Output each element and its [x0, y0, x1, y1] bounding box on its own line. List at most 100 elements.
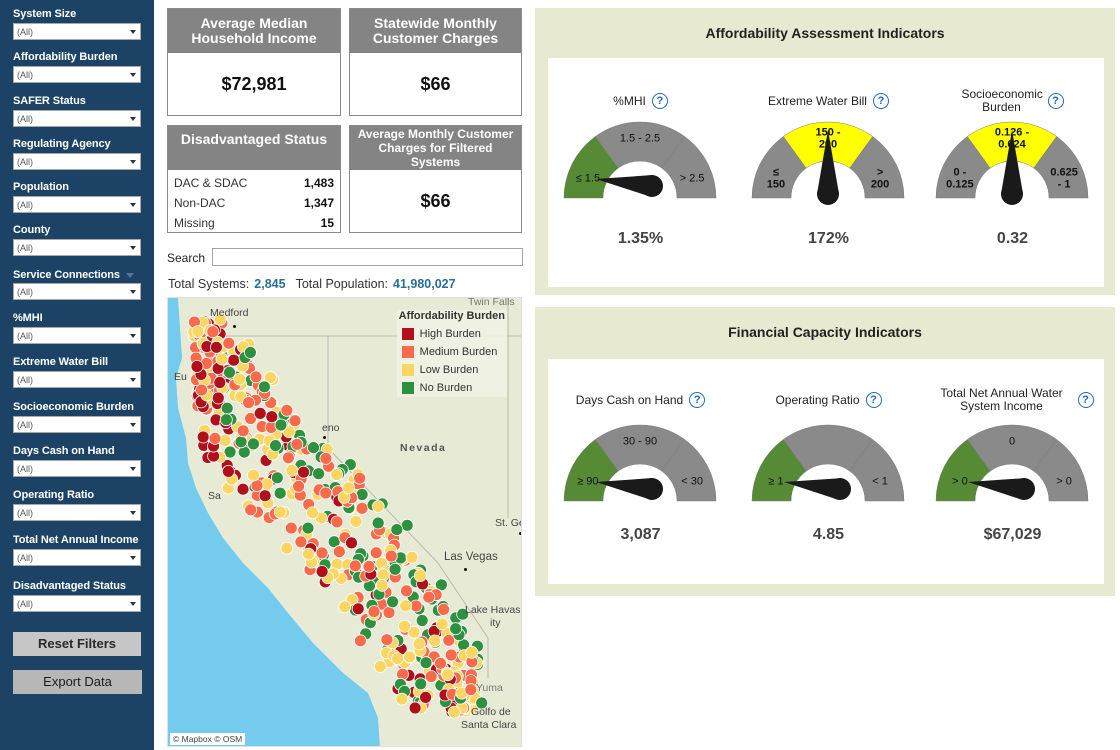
- system-marker[interactable]: [413, 569, 427, 583]
- filter-dropdown[interactable]: (All): [13, 196, 141, 213]
- system-marker[interactable]: [384, 549, 398, 563]
- system-marker[interactable]: [236, 482, 250, 496]
- map-attribution[interactable]: © Mapbox © OSM: [170, 733, 246, 745]
- filter-dropdown[interactable]: (All): [13, 549, 141, 566]
- system-marker[interactable]: [258, 380, 271, 394]
- export-data-button[interactable]: Export Data: [13, 670, 142, 694]
- system-marker[interactable]: [301, 521, 315, 535]
- system-marker[interactable]: [206, 325, 220, 339]
- system-marker[interactable]: [280, 403, 294, 417]
- system-marker[interactable]: [465, 645, 479, 659]
- system-marker[interactable]: [449, 622, 463, 636]
- system-marker[interactable]: [428, 634, 442, 648]
- system-marker[interactable]: [222, 336, 236, 350]
- filter-dropdown[interactable]: (All): [13, 371, 141, 388]
- system-marker[interactable]: [371, 516, 385, 530]
- system-marker[interactable]: [424, 670, 438, 683]
- system-marker[interactable]: [390, 523, 404, 537]
- filter-dropdown[interactable]: (All): [13, 239, 141, 256]
- system-marker[interactable]: [312, 467, 326, 481]
- system-marker[interactable]: [375, 578, 389, 592]
- system-marker[interactable]: [253, 407, 267, 420]
- system-marker[interactable]: [273, 505, 287, 519]
- system-marker[interactable]: [419, 690, 433, 704]
- system-marker[interactable]: [215, 352, 229, 366]
- system-marker[interactable]: [307, 441, 320, 455]
- system-marker[interactable]: [349, 514, 363, 528]
- reset-filters-button[interactable]: Reset Filters: [13, 632, 141, 656]
- filter-dropdown[interactable]: (All): [13, 283, 141, 300]
- system-marker[interactable]: [302, 547, 315, 561]
- system-marker[interactable]: [348, 559, 362, 573]
- system-marker[interactable]: [332, 545, 346, 559]
- system-marker[interactable]: [249, 370, 263, 384]
- system-marker[interactable]: [274, 418, 288, 432]
- system-marker[interactable]: [269, 439, 282, 453]
- system-marker[interactable]: [315, 565, 329, 578]
- system-marker[interactable]: [247, 468, 260, 482]
- system-marker[interactable]: [315, 546, 329, 560]
- system-marker[interactable]: [211, 391, 225, 405]
- system-marker[interactable]: [464, 683, 478, 697]
- filter-dropdown[interactable]: (All): [13, 416, 141, 433]
- system-marker[interactable]: [444, 648, 458, 662]
- system-marker[interactable]: [403, 650, 417, 664]
- system-marker[interactable]: [234, 435, 248, 449]
- system-marker[interactable]: [244, 503, 258, 517]
- system-marker[interactable]: [345, 536, 358, 550]
- system-marker[interactable]: [415, 614, 429, 627]
- system-marker[interactable]: [382, 606, 396, 619]
- system-marker[interactable]: [233, 372, 246, 386]
- system-marker[interactable]: [330, 468, 344, 481]
- system-marker[interactable]: [399, 599, 413, 613]
- system-marker[interactable]: [223, 366, 236, 379]
- system-marker[interactable]: [371, 500, 385, 514]
- system-marker[interactable]: [330, 515, 344, 529]
- system-marker[interactable]: [319, 486, 333, 500]
- filter-dropdown[interactable]: (All): [13, 504, 141, 521]
- legend-item[interactable]: Low Burden: [399, 361, 505, 379]
- system-marker[interactable]: [191, 325, 205, 338]
- system-marker[interactable]: [353, 634, 367, 648]
- system-marker[interactable]: [247, 437, 260, 451]
- system-marker[interactable]: [280, 541, 294, 555]
- system-marker[interactable]: [284, 521, 298, 535]
- filter-dropdown[interactable]: (All): [13, 460, 141, 477]
- system-marker[interactable]: [414, 677, 428, 691]
- system-marker[interactable]: [386, 595, 400, 609]
- system-marker[interactable]: [190, 360, 204, 373]
- system-marker[interactable]: [236, 424, 250, 438]
- system-marker[interactable]: [447, 705, 461, 719]
- system-marker[interactable]: [297, 465, 311, 479]
- system-marker[interactable]: [355, 501, 369, 515]
- filter-dropdown[interactable]: (All): [13, 327, 141, 344]
- system-marker[interactable]: [367, 605, 381, 618]
- filter-dropdown[interactable]: (All): [13, 23, 141, 40]
- system-marker[interactable]: [408, 701, 422, 715]
- system-marker[interactable]: [405, 550, 419, 564]
- system-marker[interactable]: [258, 489, 272, 503]
- system-marker[interactable]: [338, 600, 352, 614]
- system-marker[interactable]: [434, 656, 447, 670]
- systems-map[interactable]: Twin Falls Medford Eu eno Nevada Sa St. …: [167, 297, 522, 747]
- system-marker[interactable]: [220, 401, 234, 415]
- legend-item[interactable]: Medium Burden: [399, 343, 505, 361]
- system-marker[interactable]: [306, 506, 319, 520]
- system-marker[interactable]: [219, 413, 233, 427]
- help-icon[interactable]: ?: [865, 392, 882, 408]
- system-marker[interactable]: [369, 546, 383, 560]
- filter-dropdown[interactable]: (All): [13, 66, 141, 83]
- system-marker[interactable]: [196, 430, 210, 444]
- system-marker[interactable]: [227, 353, 241, 367]
- system-marker[interactable]: [288, 414, 302, 428]
- system-marker[interactable]: [391, 652, 404, 666]
- system-marker[interactable]: [422, 590, 436, 604]
- filter-dropdown[interactable]: (All): [13, 153, 141, 170]
- system-marker[interactable]: [244, 346, 257, 359]
- help-icon[interactable]: ?: [1077, 392, 1094, 408]
- system-marker[interactable]: [395, 692, 409, 706]
- system-marker[interactable]: [294, 535, 308, 549]
- sort-icon[interactable]: [125, 272, 134, 278]
- system-marker[interactable]: [380, 633, 394, 647]
- system-marker[interactable]: [373, 660, 387, 673]
